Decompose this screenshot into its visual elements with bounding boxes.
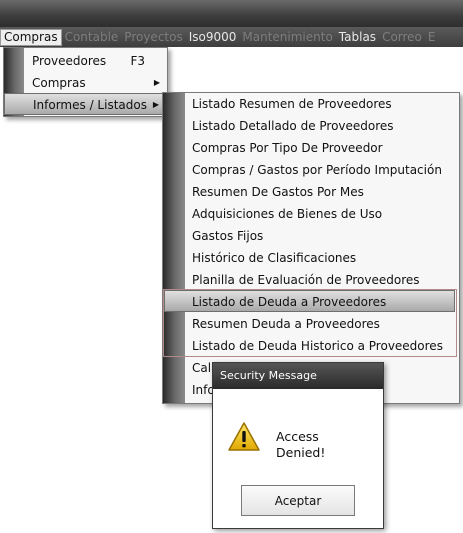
menu-proyectos[interactable]: Proyectos — [121, 28, 185, 46]
dialog-message-line2: Denied! — [276, 445, 326, 460]
warning-icon — [227, 421, 261, 456]
menu-item-label: Listado de Deuda Historico a Proveedores — [192, 339, 443, 353]
menu-item-label: Listado Detallado de Proveedores — [192, 119, 394, 133]
dialog-message: Access Denied! — [276, 429, 356, 461]
dialog-title: Security Message — [213, 363, 383, 389]
dialog-message-line1: Access — [276, 429, 319, 444]
menu-item-label: Resumen Deuda a Proveedores — [192, 317, 380, 331]
menu-item-label: Compras — [32, 76, 86, 90]
menu-e[interactable]: E — [425, 28, 439, 46]
menu-item-planilla-evaluacion[interactable]: Planilla de Evaluación de Proveedores — [163, 269, 459, 291]
menu-item-label: Planilla de Evaluación de Proveedores — [192, 273, 420, 287]
menu-item-label: Adquisiciones de Bienes de Uso — [192, 207, 383, 221]
menu-item-label: Resumen De Gastos Por Mes — [192, 185, 364, 199]
aceptar-button[interactable]: Aceptar — [241, 485, 355, 516]
submenu-arrow-icon: ▶ — [153, 78, 160, 87]
menu-item-label: Histórico de Clasificaciones — [192, 251, 357, 265]
menu-correo[interactable]: Correo — [379, 28, 425, 46]
menu-mantenimiento[interactable]: Mantenimiento — [239, 28, 335, 46]
menu-item-gastos-fijos[interactable]: Gastos Fijos — [163, 225, 459, 247]
menu-item-compras-tipo-proveedor[interactable]: Compras Por Tipo De Proveedor — [163, 137, 459, 159]
menu-compras[interactable]: Compras — [0, 28, 62, 46]
menu-item-compras[interactable]: Compras ▶ — [4, 72, 167, 94]
menu-item-adquisiciones-bienes-uso[interactable]: Adquisiciones de Bienes de Uso — [163, 203, 459, 225]
menu-item-label: Cal — [192, 361, 212, 375]
menu-item-listado-detallado-proveedores[interactable]: Listado Detallado de Proveedores — [163, 115, 459, 137]
menu-contable[interactable]: Contable — [62, 28, 122, 46]
menu-item-listado-deuda-proveedores[interactable]: Listado de Deuda a Proveedores — [164, 290, 455, 312]
menu-item-resumen-gastos-mes[interactable]: Resumen De Gastos Por Mes — [163, 181, 459, 203]
menu-bar: Compras Contable Proyectos Iso9000 Mante… — [0, 27, 463, 47]
security-message-dialog: Security Message Access Denied! Aceptar — [212, 362, 384, 529]
menu-item-label: Informes / Listados — [33, 98, 147, 112]
menu-item-listado-resumen-proveedores[interactable]: Listado Resumen de Proveedores — [163, 93, 459, 115]
shortcut-label: F3 — [130, 54, 145, 68]
menu-item-proveedores[interactable]: Proveedores F3 — [4, 50, 167, 72]
menu-item-compras-gastos-periodo[interactable]: Compras / Gastos por Período Imputación — [163, 159, 459, 181]
menu-item-listado-deuda-historico[interactable]: Listado de Deuda Historico a Proveedores — [163, 335, 459, 357]
menu-item-label: Proveedores — [32, 54, 107, 68]
menu-item-label: Listado Resumen de Proveedores — [192, 97, 392, 111]
menu-item-label: Compras Por Tipo De Proveedor — [192, 141, 383, 155]
window-title-bar — [0, 0, 463, 27]
informes-submenu: Listado Resumen de Proveedores Listado D… — [162, 92, 460, 404]
menu-item-historico-clasificaciones[interactable]: Histórico de Clasificaciones — [163, 247, 459, 269]
menu-item-label: Gastos Fijos — [192, 229, 264, 243]
menu-iso9000[interactable]: Iso9000 — [186, 28, 240, 46]
menu-item-resumen-deuda-proveedores[interactable]: Resumen Deuda a Proveedores — [163, 313, 459, 335]
menu-item-informes-listados[interactable]: Informes / Listados ▶ — [4, 93, 167, 115]
menu-item-label: Listado de Deuda a Proveedores — [192, 295, 387, 309]
submenu-arrow-icon: ▶ — [152, 100, 159, 109]
menu-compras-label: Compras — [4, 29, 58, 44]
menu-item-label: Compras / Gastos por Período Imputación — [192, 163, 442, 177]
menu-tablas[interactable]: Tablas — [336, 28, 379, 46]
compras-dropdown: Proveedores F3 Compras ▶ Informes / List… — [3, 47, 168, 117]
